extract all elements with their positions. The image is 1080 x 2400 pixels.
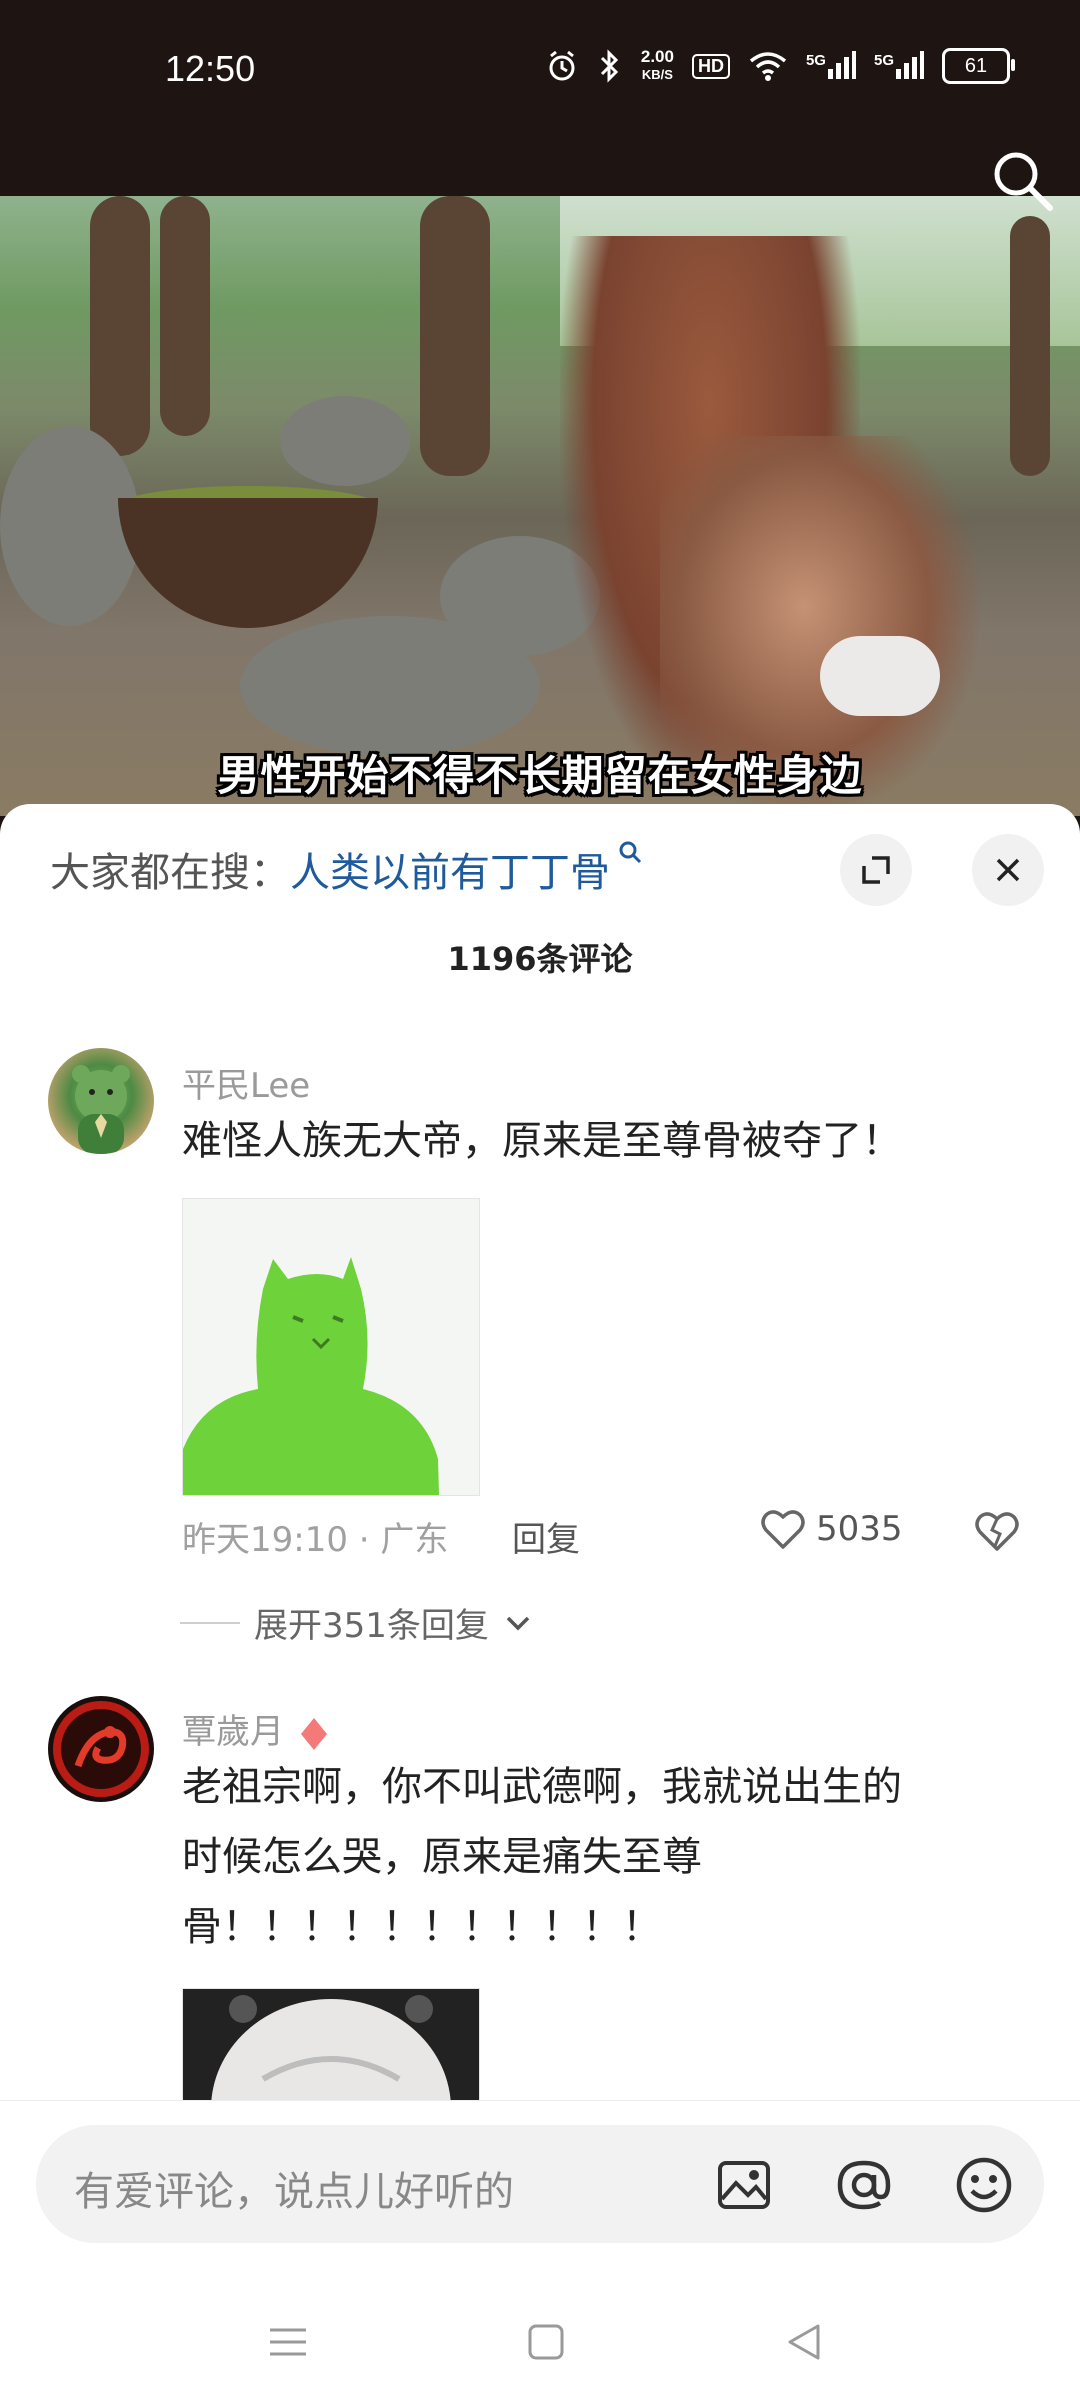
signal-5g-1: 5G xyxy=(806,51,856,81)
menu-icon xyxy=(270,2328,306,2356)
avatar[interactable] xyxy=(48,1696,154,1802)
trending-search[interactable]: 大家都在搜：人类以前有丁丁骨 xyxy=(50,840,644,898)
video-player[interactable] xyxy=(0,196,1080,816)
search-icon xyxy=(610,841,644,873)
battery-indicator: 61 xyxy=(942,48,1015,84)
chevron-down-icon xyxy=(506,1616,530,1630)
divider xyxy=(180,1621,240,1624)
video-subtitle: 男性开始不得不长期留在女性身边 xyxy=(217,751,863,800)
signal-5g-2: 5G xyxy=(874,51,924,81)
comment-username[interactable]: 平民Lee xyxy=(182,1058,310,1107)
heart-icon xyxy=(761,1510,805,1549)
trending-query-link[interactable]: 人类以前有丁丁骨 xyxy=(290,850,610,896)
search-icon xyxy=(994,152,1053,211)
wifi-icon xyxy=(748,50,788,82)
comment-input[interactable]: 有爱评论，说点儿好听的 xyxy=(36,2125,1044,2243)
back-button[interactable] xyxy=(774,2312,834,2372)
vip-diamond-icon xyxy=(300,1717,327,1750)
avatar[interactable] xyxy=(48,1048,154,1154)
expand-replies-label: 展开351条回复 xyxy=(254,1606,489,1646)
search-button[interactable] xyxy=(990,148,1056,214)
comment-count: 1196条评论 xyxy=(447,940,633,978)
image-button[interactable] xyxy=(714,2155,774,2215)
bluetooth-icon xyxy=(597,49,623,83)
emoji-icon xyxy=(956,2157,1012,2213)
status-icons: 2.00 KB/S HD 5G 5G 61 xyxy=(545,47,1015,84)
alarm-icon xyxy=(545,49,579,83)
reply-button[interactable]: 回复 xyxy=(512,1512,580,1561)
trending-prefix: 大家都在搜： xyxy=(50,850,290,896)
hd-badge: HD xyxy=(691,53,730,79)
back-icon xyxy=(788,2324,820,2360)
at-icon xyxy=(837,2160,891,2210)
image-icon xyxy=(718,2161,770,2209)
like-count: 5035 xyxy=(816,1509,903,1549)
expand-button[interactable] xyxy=(840,834,912,906)
close-icon xyxy=(996,858,1020,882)
comment-text: 老祖宗啊，你不叫武德啊，我就说出生的 时候怎么哭，原来是痛失至尊 骨！！！！！！… xyxy=(182,1764,902,1950)
system-nav-bar xyxy=(0,2280,1080,2400)
mention-button[interactable] xyxy=(834,2155,894,2215)
expand-icon xyxy=(862,856,890,884)
emoji-button[interactable] xyxy=(954,2155,1014,2215)
menu-button[interactable] xyxy=(258,2312,318,2372)
expand-replies-button[interactable]: 展开351条回复 xyxy=(180,1598,533,1647)
status-time: 12:50 xyxy=(165,48,256,89)
net-speed: 2.00 KB/S xyxy=(640,47,674,83)
comment-meta: 昨天19:10 · 广东 xyxy=(182,1520,449,1560)
home-button[interactable] xyxy=(516,2312,576,2372)
comment-input-bar: 有爱评论，说点儿好听的 xyxy=(0,2100,1080,2281)
comment-image[interactable] xyxy=(182,1198,480,1496)
home-icon xyxy=(528,2324,564,2360)
dislike-button[interactable] xyxy=(974,1510,1020,1556)
comment-username[interactable]: 覃歲月 xyxy=(182,1704,329,1753)
status-bar: 12:50 2.00 KB/S HD 5G 5G 61 xyxy=(0,0,1080,196)
comment-text: 难怪人族无大帝，原来是至尊骨被夺了！ xyxy=(182,1118,902,1164)
comment-input-placeholder: 有爱评论，说点儿好听的 xyxy=(74,2169,514,2215)
close-button[interactable] xyxy=(972,834,1044,906)
like-button[interactable]: 5035 xyxy=(760,1508,903,1550)
broken-heart-icon xyxy=(975,1512,1019,1551)
